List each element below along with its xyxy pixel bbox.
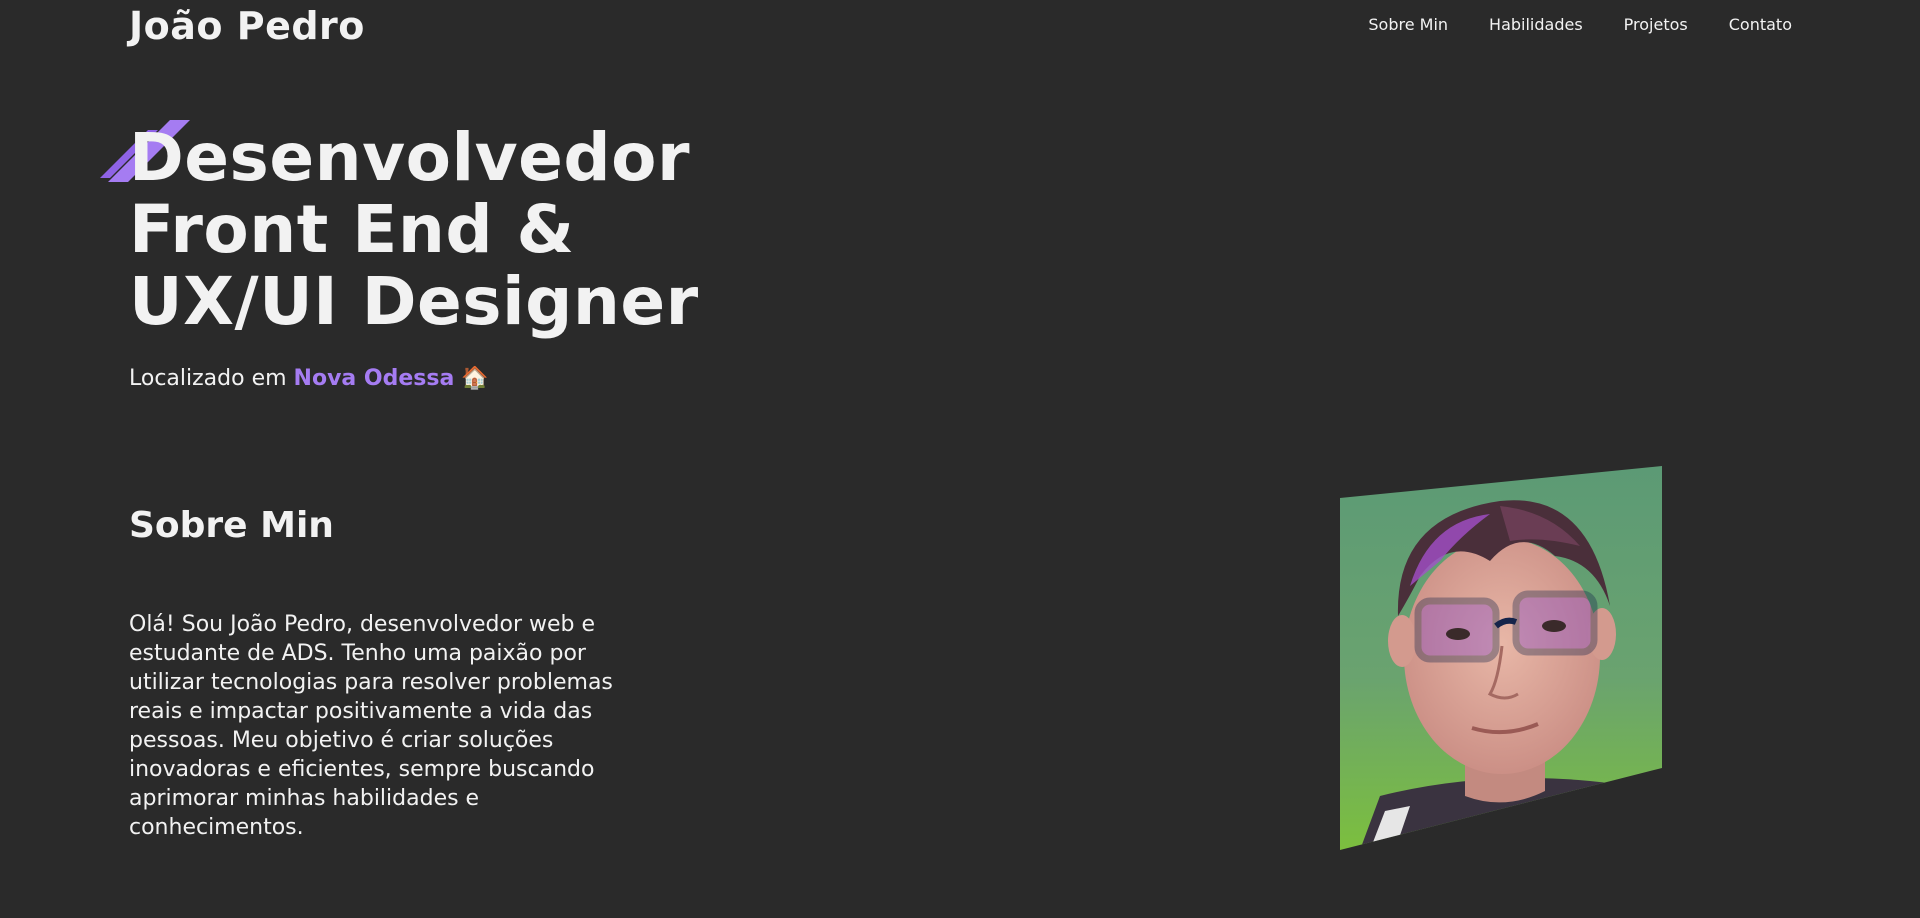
location-line: Localizado em Nova Odessa 🏠 [129, 366, 489, 391]
nav-link-projetos[interactable]: Projetos [1624, 15, 1688, 34]
nav-link-habilidades[interactable]: Habilidades [1489, 15, 1583, 34]
house-icon: 🏠 [461, 366, 489, 391]
hero-title-line: Desenvolvedor [129, 119, 690, 196]
nav-link-sobre-min[interactable]: Sobre Min [1368, 15, 1448, 34]
location-city: Nova Odessa [293, 366, 455, 391]
avatar-portrait [1340, 466, 1662, 850]
nav-link-contato[interactable]: Contato [1729, 15, 1792, 34]
about-text: Olá! Sou João Pedro, desenvolvedor web e… [129, 612, 613, 840]
hero-title-line: UX/UI Designer [129, 263, 699, 340]
hero-title: Desenvolvedor Front End & UX/UI Designer [129, 122, 699, 338]
hero-title-line: Front End & [129, 191, 575, 268]
main-nav: Sobre Min Habilidades Projetos Contato [1368, 15, 1792, 34]
page: João Pedro Sobre Min Habilidades Projeto… [0, 0, 1920, 918]
location-prefix: Localizado em [129, 366, 287, 391]
site-logo[interactable]: João Pedro [129, 4, 365, 48]
about-title: Sobre Min [129, 505, 334, 546]
